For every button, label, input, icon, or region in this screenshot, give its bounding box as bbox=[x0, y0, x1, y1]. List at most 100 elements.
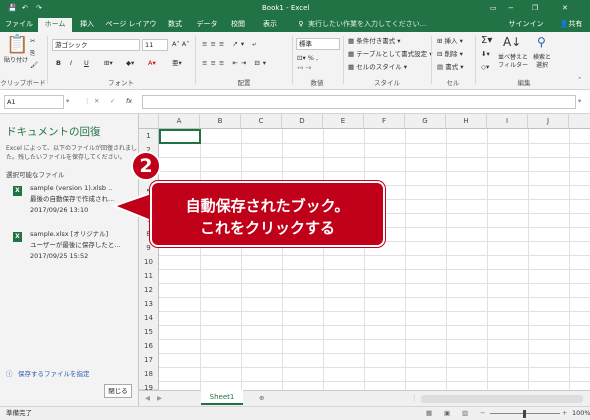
zoom-out-icon[interactable]: − bbox=[480, 409, 485, 418]
table-format-button[interactable]: ▦ テーブルとして書式設定 ▾ bbox=[348, 50, 432, 59]
tab-page-layout[interactable]: ページ レイアウト bbox=[102, 16, 160, 44]
sort-filter-button[interactable]: 並べ替えと フィルター bbox=[498, 54, 528, 70]
find-select-button[interactable]: 検索と 選択 bbox=[533, 54, 551, 70]
row-header[interactable]: 17 bbox=[139, 353, 159, 368]
column-header[interactable]: G bbox=[405, 114, 446, 129]
tell-me-box[interactable]: 実行したい作業を入力してください... bbox=[308, 16, 438, 32]
currency-percent-icons[interactable]: ⊡▾ % , bbox=[297, 54, 318, 63]
delete-cells-button[interactable]: ⊟ 削除 ▾ bbox=[437, 50, 463, 59]
row-header[interactable]: 16 bbox=[139, 339, 159, 354]
copy-icon[interactable]: ⎘ bbox=[30, 49, 35, 58]
row-header[interactable]: 18 bbox=[139, 367, 159, 382]
recovered-file-item[interactable]: X sample.xlsx [オリジナル] ユーザーが最後に保存したと... 2… bbox=[13, 230, 131, 264]
format-painter-icon[interactable]: 🖌 bbox=[30, 61, 38, 70]
column-header-partial[interactable] bbox=[569, 114, 590, 129]
cut-icon[interactable]: ✂ bbox=[30, 37, 35, 46]
cond-format-button[interactable]: ▦ 条件付き書式 ▾ bbox=[348, 37, 401, 46]
vertical-align-icons[interactable]: ≡≡≡ ↗▾ ⤶ bbox=[202, 40, 259, 49]
tab-view[interactable]: 表示 bbox=[256, 16, 284, 32]
horizontal-align-icons[interactable]: ≡≡≡ ⇤⇥ ⊟▾ bbox=[202, 59, 269, 68]
undo-icon[interactable]: ↶ bbox=[22, 0, 28, 16]
column-header[interactable]: A bbox=[159, 114, 200, 129]
zoom-level[interactable]: 100% bbox=[572, 409, 590, 418]
which-file-link[interactable]: 保存するファイルを指定 bbox=[18, 370, 90, 379]
grow-font-icon[interactable]: A˄ A˅ bbox=[172, 40, 189, 49]
add-sheet-icon[interactable]: ⊕ bbox=[259, 394, 264, 403]
page-layout-view-icon[interactable]: ▣ bbox=[444, 409, 450, 418]
redo-icon[interactable]: ↷ bbox=[36, 0, 42, 16]
font-size-select[interactable]: 11 bbox=[142, 39, 168, 51]
row-header[interactable]: 19 bbox=[139, 381, 159, 392]
column-header[interactable]: F bbox=[364, 114, 405, 129]
search-icon[interactable]: ⚲ bbox=[537, 35, 546, 49]
autosum-icon[interactable]: Σ▾ bbox=[481, 36, 492, 46]
tab-split-icon[interactable]: ⋮ bbox=[411, 394, 418, 403]
fill-icon[interactable]: ⬇▾ bbox=[481, 50, 490, 59]
close-pane-button[interactable]: 閉じる bbox=[104, 384, 132, 398]
insert-cells-button[interactable]: ⊞ 挿入 ▾ bbox=[437, 37, 463, 46]
close-button[interactable]: ✕ bbox=[562, 0, 568, 16]
signin-link[interactable]: サインイン bbox=[506, 16, 546, 32]
zoom-in-icon[interactable]: + bbox=[562, 409, 567, 418]
horizontal-scrollbar[interactable] bbox=[421, 395, 583, 403]
enter-button[interactable]: ✓ bbox=[110, 97, 115, 106]
tab-insert[interactable]: 挿入 bbox=[74, 16, 100, 32]
row-header[interactable]: 12 bbox=[139, 283, 159, 298]
sort-filter-icon[interactable]: A↓ bbox=[503, 35, 521, 49]
tab-formulas[interactable]: 数式 bbox=[162, 16, 188, 32]
decimal-icons[interactable]: ⁺⁰ ⁻⁰ bbox=[297, 65, 311, 74]
expand-formula-icon[interactable]: ▾ bbox=[578, 97, 581, 106]
italic-button[interactable]: I bbox=[70, 59, 72, 68]
select-all-corner[interactable] bbox=[139, 114, 159, 129]
save-icon[interactable]: 💾 bbox=[8, 0, 17, 16]
row-header[interactable]: 11 bbox=[139, 269, 159, 284]
sheet-tab[interactable]: Sheet1 bbox=[201, 390, 243, 405]
active-cell-a1[interactable] bbox=[159, 129, 201, 144]
sheet-nav-next-icon[interactable]: ▶ bbox=[157, 394, 162, 403]
paste-icon[interactable]: 📋 bbox=[6, 35, 28, 55]
page-break-view-icon[interactable]: ▥ bbox=[462, 409, 468, 418]
column-header[interactable]: E bbox=[323, 114, 364, 129]
underline-button[interactable]: U bbox=[84, 59, 89, 68]
tab-data[interactable]: データ bbox=[192, 16, 222, 32]
sheet-nav-prev-icon[interactable]: ◀ bbox=[145, 394, 150, 403]
paste-label[interactable]: 貼り付け bbox=[4, 56, 28, 65]
normal-view-icon[interactable]: ▦ bbox=[426, 409, 432, 418]
collapse-ribbon-icon[interactable]: ˄ bbox=[578, 76, 581, 85]
phonetic-icon[interactable]: 亜▾ bbox=[172, 59, 182, 68]
column-header[interactable]: B bbox=[200, 114, 241, 129]
cell-style-button[interactable]: ▦ セルのスタイル ▾ bbox=[348, 63, 407, 72]
row-header[interactable]: 13 bbox=[139, 297, 159, 312]
column-header[interactable]: I bbox=[487, 114, 528, 129]
border-icon[interactable]: ⊞▾ bbox=[104, 59, 113, 68]
clear-icon[interactable]: ◇▾ bbox=[481, 63, 489, 72]
column-header[interactable]: D bbox=[282, 114, 323, 129]
font-color-icon[interactable]: A▾ bbox=[148, 59, 156, 68]
worksheet-grid[interactable]: A B C D E F G H I J 1 2 3 4 5 6 7 8 9 10… bbox=[139, 114, 590, 392]
zoom-slider-thumb[interactable] bbox=[523, 410, 526, 418]
cancel-button[interactable]: ✕ bbox=[94, 97, 99, 106]
ribbon-display-icon[interactable]: ▭ bbox=[490, 0, 497, 16]
minimize-button[interactable]: − bbox=[508, 0, 514, 16]
row-header[interactable]: 14 bbox=[139, 311, 159, 326]
name-box-dropdown-icon[interactable]: ▾ bbox=[66, 97, 69, 106]
name-box[interactable]: A1 bbox=[4, 95, 64, 109]
share-button[interactable]: 👤共有 bbox=[556, 16, 586, 32]
tab-review[interactable]: 校閲 bbox=[224, 16, 252, 32]
format-cells-button[interactable]: ▤ 書式 ▾ bbox=[437, 63, 464, 72]
number-format-select[interactable]: 標準 bbox=[296, 38, 340, 50]
formula-input[interactable] bbox=[142, 95, 576, 109]
column-header[interactable]: J bbox=[528, 114, 569, 129]
restore-button[interactable]: ❐ bbox=[532, 0, 538, 16]
font-name-select[interactable]: 游ゴシック bbox=[52, 39, 140, 51]
tab-home[interactable]: ホーム bbox=[38, 18, 72, 32]
row-header[interactable]: 15 bbox=[139, 325, 159, 340]
insert-function-button[interactable]: fx bbox=[126, 97, 132, 106]
fill-color-icon[interactable]: ◆▾ bbox=[126, 59, 134, 68]
column-header[interactable]: C bbox=[241, 114, 282, 129]
column-header[interactable]: H bbox=[446, 114, 487, 129]
bold-button[interactable]: B bbox=[56, 59, 61, 68]
tab-file[interactable]: ファイル bbox=[2, 16, 36, 32]
row-header[interactable]: 1 bbox=[139, 129, 159, 144]
row-header[interactable]: 10 bbox=[139, 255, 159, 270]
